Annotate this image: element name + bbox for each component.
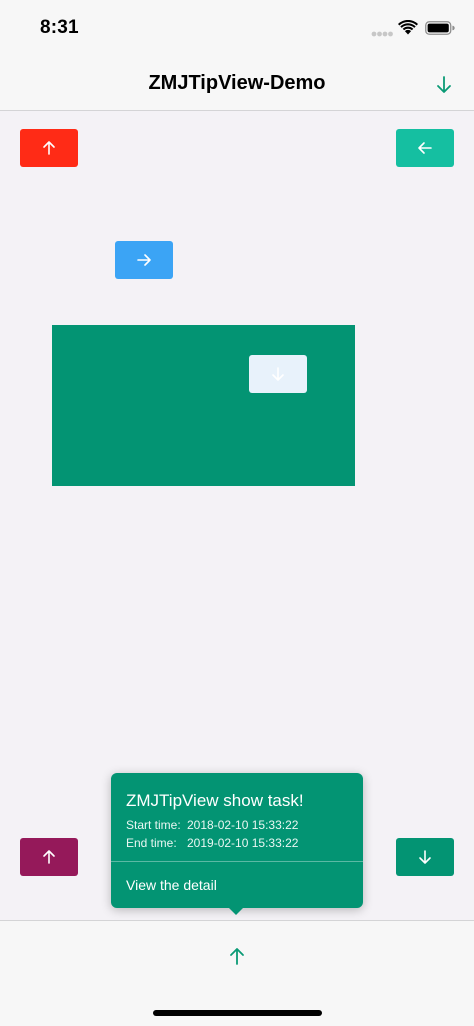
top-left-up-button[interactable] <box>20 129 78 167</box>
tip-end-label: End time: <box>126 836 177 850</box>
tip-divider <box>111 861 363 862</box>
cellular-signal-icon <box>371 31 393 37</box>
arrow-down-icon[interactable] <box>433 74 455 96</box>
middle-right-button[interactable] <box>115 241 173 279</box>
page-title: ZMJTipView-Demo <box>148 72 326 94</box>
tip-title: ZMJTipView show task! <box>126 791 304 810</box>
arrow-up-icon <box>43 141 55 155</box>
home-indicator[interactable] <box>153 1010 322 1016</box>
green-container <box>52 325 355 486</box>
arrow-up-icon[interactable] <box>228 946 246 966</box>
in-box-down-button[interactable] <box>249 355 307 393</box>
navigation-bar: ZMJTipView-Demo <box>0 58 474 111</box>
arrow-down-icon <box>419 850 431 864</box>
arrow-down-icon <box>272 367 284 381</box>
top-right-left-button[interactable] <box>396 129 454 167</box>
view-detail-link[interactable]: View the detail <box>126 877 217 893</box>
tip-start-value: 2018-02-10 15:33:22 <box>187 818 299 832</box>
wifi-icon <box>398 20 418 35</box>
tip-end-time: End time: 2019-02-10 15:33:22 <box>126 836 298 850</box>
tip-pointer <box>227 906 245 915</box>
bottom-toolbar <box>0 920 474 1026</box>
tip-start-time: Start time: 2018-02-10 15:33:22 <box>126 818 298 832</box>
bottom-right-down-button[interactable] <box>396 838 454 876</box>
status-bar: 8:31 <box>0 0 474 58</box>
status-time: 8:31 <box>40 17 79 38</box>
tip-popover: ZMJTipView show task! Start time: 2018-02… <box>111 773 363 908</box>
tip-start-label: Start time: <box>126 818 181 832</box>
arrow-up-icon <box>43 850 55 864</box>
arrow-left-icon <box>418 142 432 154</box>
battery-icon <box>425 21 455 35</box>
arrow-right-icon <box>137 254 151 266</box>
bottom-left-up-button[interactable] <box>20 838 78 876</box>
tip-end-value: 2019-02-10 15:33:22 <box>187 836 299 850</box>
